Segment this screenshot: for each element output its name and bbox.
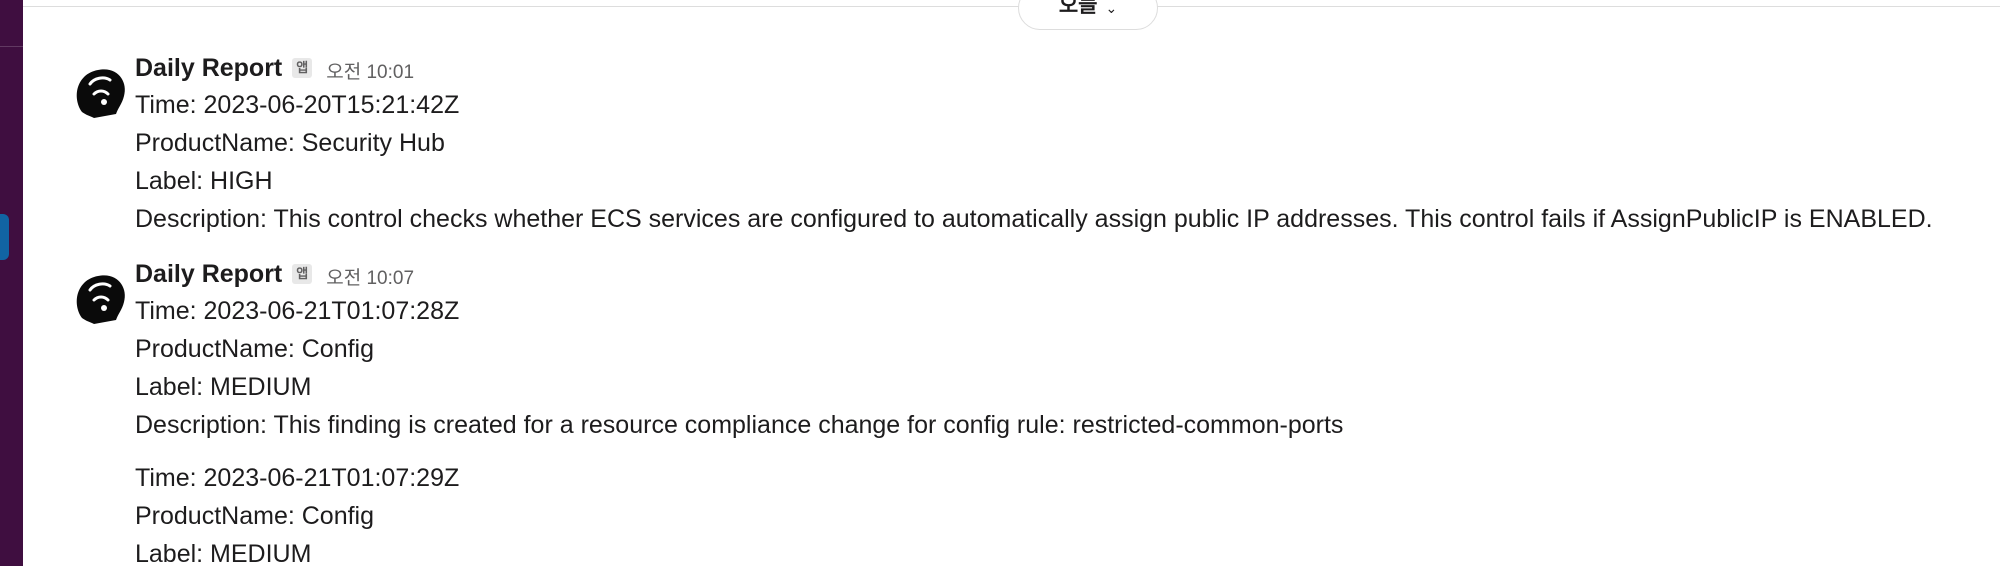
message-header: Daily Report 앱 오전 10:07 <box>135 256 1985 292</box>
active-channel-indicator[interactable] <box>0 214 9 260</box>
date-divider-button[interactable]: 오늘 ⌄ <box>1018 0 1158 30</box>
sidebar-divider <box>0 46 23 47</box>
message-header: Daily Report 앱 오전 10:01 <box>135 50 1985 86</box>
finding-time: Time: 2023-06-20T15:21:42Z <box>135 91 460 119</box>
app-badge: 앱 <box>292 58 313 78</box>
finding-product: ProductName: Config <box>135 335 375 363</box>
finding-product: ProductName: Security Hub <box>135 129 445 157</box>
finding-label: Label: MEDIUM <box>135 373 312 401</box>
sender-name[interactable]: Daily Report <box>135 260 282 289</box>
finding-description: Description: This finding is created for… <box>135 411 1344 439</box>
bald-head-avatar-icon[interactable] <box>60 260 140 340</box>
finding-time: Time: 2023-06-21T01:07:28Z <box>135 297 460 325</box>
finding-label: Label: MEDIUM <box>135 540 312 568</box>
finding-time: Time: 2023-06-21T01:07:29Z <box>135 464 460 492</box>
message-content: Daily Report 앱 오전 10:01 Time: 2023-06-20… <box>135 50 1985 238</box>
message-timestamp[interactable]: 오전 10:01 <box>326 53 414 84</box>
finding-description: Description: This control checks whether… <box>135 205 1933 233</box>
finding-product: ProductName: Config <box>135 502 375 530</box>
finding-label: Label: HIGH <box>135 167 273 195</box>
date-divider-line <box>23 6 2000 7</box>
bald-head-avatar-icon[interactable] <box>60 54 140 134</box>
chevron-down-icon: ⌄ <box>1105 0 1118 16</box>
workspace-sidebar <box>0 0 23 566</box>
app-badge: 앱 <box>292 264 313 284</box>
sender-name[interactable]: Daily Report <box>135 54 282 83</box>
message-content: Daily Report 앱 오전 10:07 Time: 2023-06-21… <box>135 256 1985 573</box>
message-timestamp[interactable]: 오전 10:07 <box>326 259 414 290</box>
message-pane: 오늘 ⌄ Daily Report 앱 오전 10:01 Time: 2023-… <box>23 0 2000 568</box>
date-divider-label: 오늘 <box>1058 0 1098 17</box>
